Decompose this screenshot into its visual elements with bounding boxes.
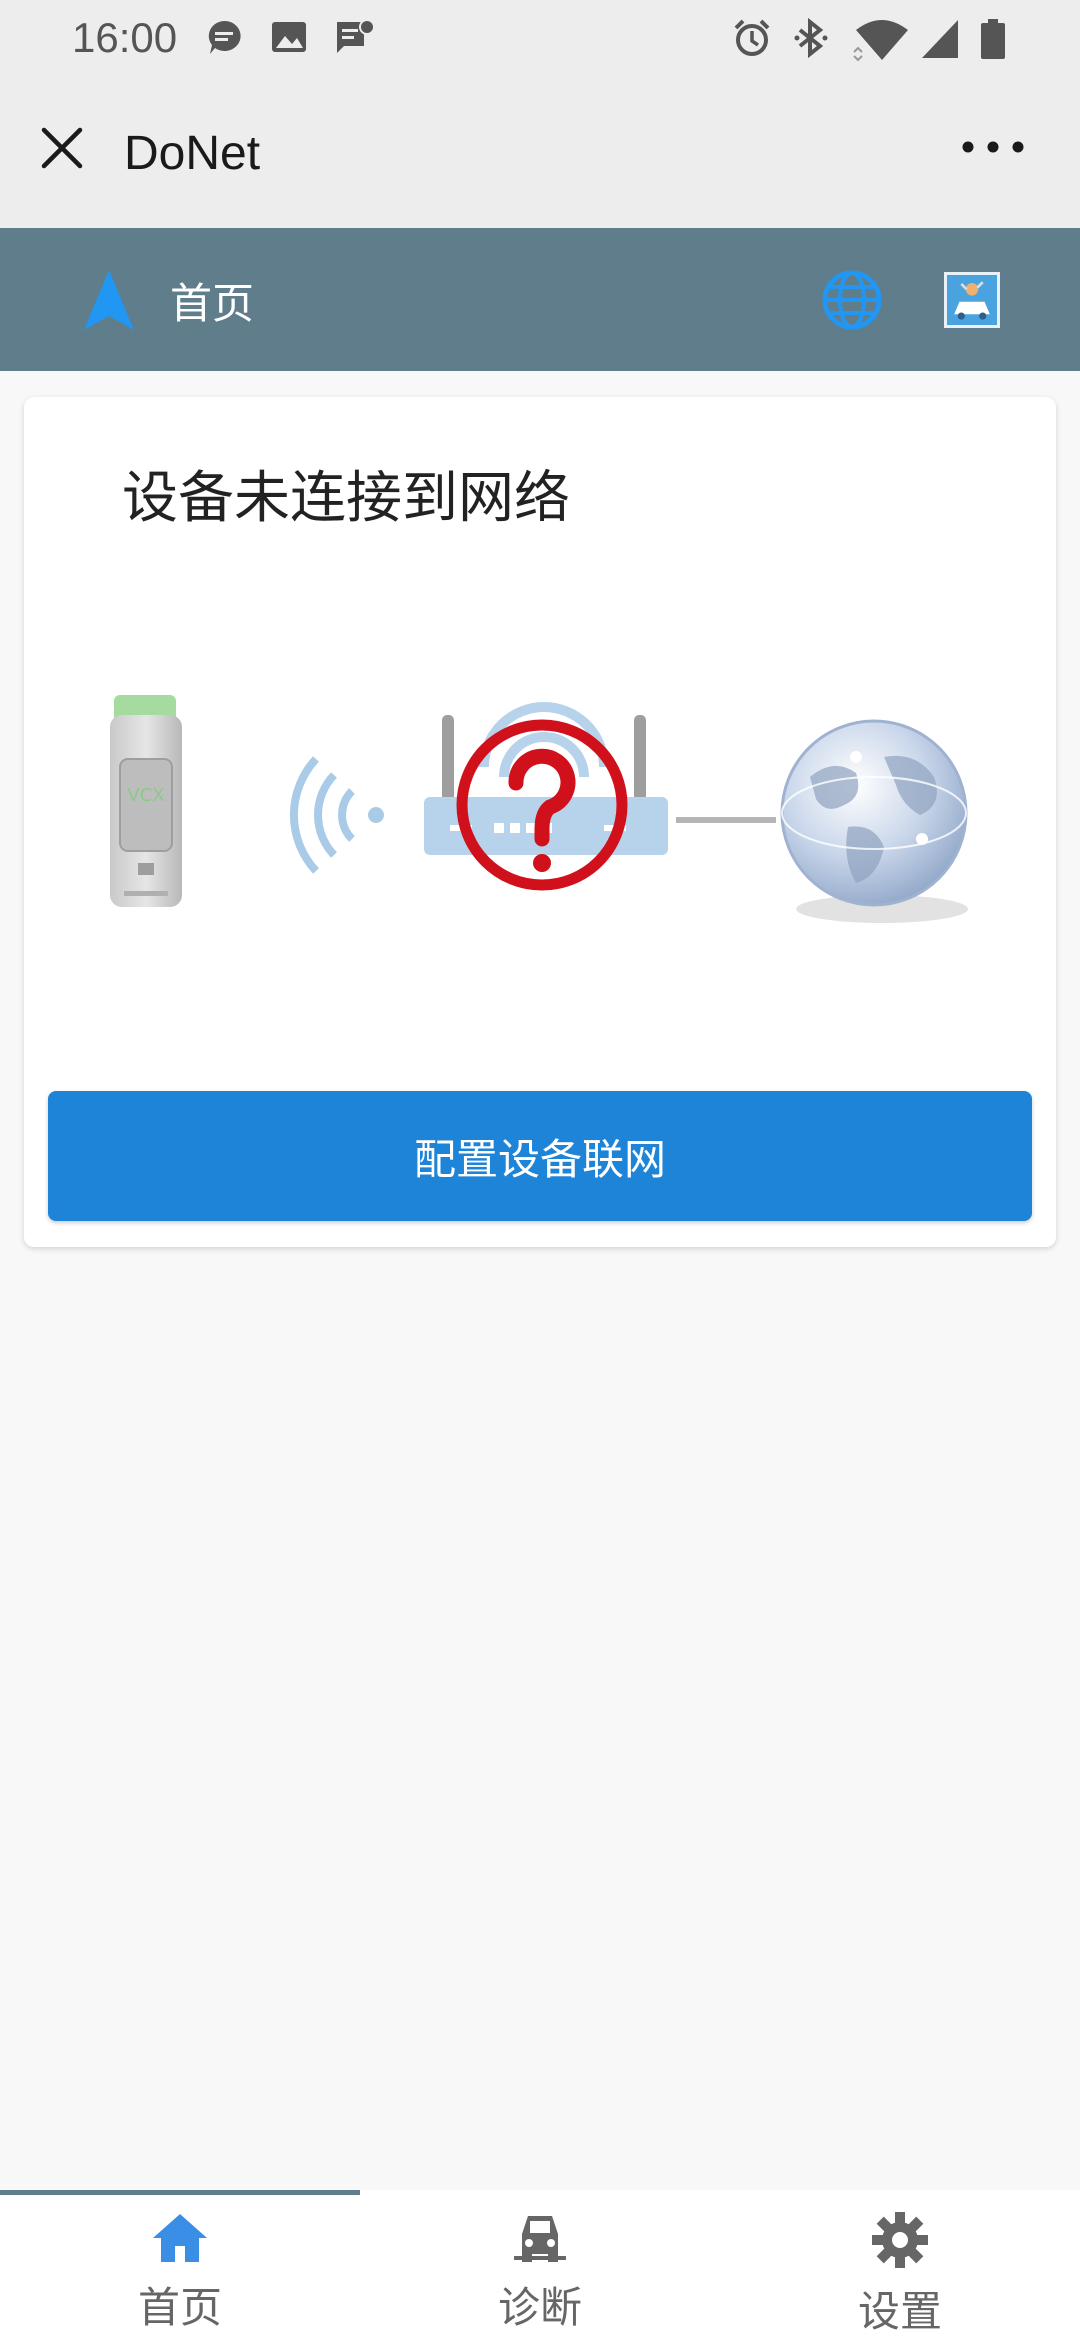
internet-globe-image [780,719,968,923]
battery-icon [981,19,1005,59]
active-tab-indicator [0,2190,360,2195]
network-illustration: VCX [110,695,968,923]
home-icon [153,2214,207,2262]
tab-settings-label: 设置 [857,2287,942,2336]
status-bar: 16:00 [0,0,1080,80]
chat-bubble-icon [208,20,241,55]
globe-icon[interactable] [820,268,884,332]
network-cable [676,817,776,823]
app-title: DoNet [124,127,261,180]
signal-icon [922,20,958,58]
app-title-bar: DoNet [0,80,1080,228]
configure-network-button[interactable]: 配置设备联网 [48,1091,1032,1221]
device-model-label: VCX [127,785,164,806]
tab-diagnosis-label: 诊断 [497,2283,582,2332]
bluetooth-icon [794,18,828,58]
tab-home[interactable]: 首页 [0,2210,360,2332]
network-status-card: 设备未连接到网络 VCX 配置设备联网 [24,397,1056,1247]
more-options-icon[interactable] [958,132,1028,162]
tab-home-label: 首页 [137,2283,222,2332]
network-status-heading: 设备未连接到网络 [122,466,570,531]
car-service-avatar[interactable] [944,272,1000,328]
message-icon [337,19,375,53]
car-icon [514,2216,566,2262]
tab-diagnosis[interactable]: 诊断 [360,2210,720,2332]
page-header: 首页 [0,228,1080,371]
close-icon[interactable] [34,120,90,176]
alarm-icon [734,19,770,56]
wifi-icon [853,20,908,62]
gear-icon [872,2212,928,2268]
vci-device-image: VCX [110,695,182,907]
bottom-tab-bar: 首页 诊断 设置 [0,2190,1080,2340]
wifi-waves-icon [289,756,384,874]
navigation-arrow-icon [84,270,134,330]
tab-settings[interactable]: 设置 [720,2210,1080,2336]
status-time: 16:00 [72,14,178,61]
page-title: 首页 [170,279,255,328]
image-icon [272,22,306,52]
